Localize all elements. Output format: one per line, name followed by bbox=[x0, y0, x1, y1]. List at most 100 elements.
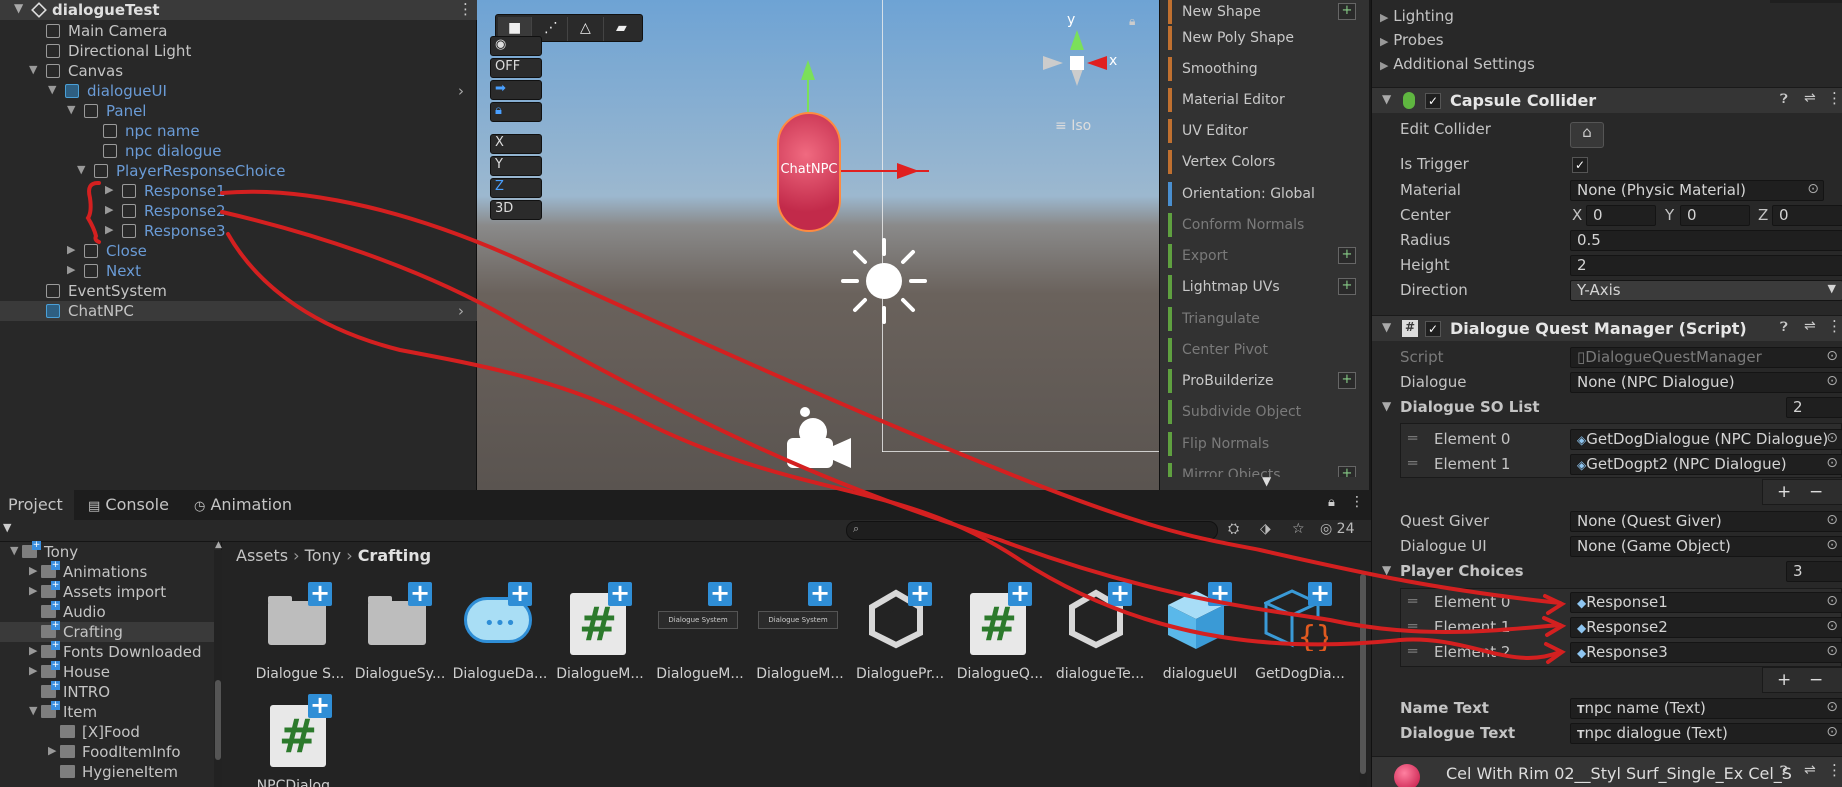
asset-tile[interactable]: {} + GetDogDia... bbox=[1252, 581, 1348, 702]
project-folder-item[interactable]: ▶ Assets import bbox=[0, 581, 222, 602]
dialogue-so-list-size[interactable]: 2 bbox=[1786, 397, 1842, 418]
quest-giver-field[interactable]: None (Quest Giver) bbox=[1570, 511, 1842, 532]
hierarchy-item[interactable]: Directional Light bbox=[0, 41, 477, 61]
foldout-additional-settings[interactable]: ▶ Additional Settings bbox=[1380, 55, 1535, 73]
move-arrow-x[interactable] bbox=[897, 163, 919, 179]
center-y-field[interactable]: 0 bbox=[1680, 205, 1750, 226]
hierarchy-item[interactable]: EventSystem bbox=[0, 281, 477, 301]
collapse-triangle-icon[interactable]: ▼ bbox=[29, 704, 37, 717]
foldout-probes[interactable]: ▶ Probes bbox=[1380, 31, 1444, 49]
expand-triangle-icon[interactable]: ▶ bbox=[29, 564, 37, 577]
probuilder-action[interactable]: Subdivide Object bbox=[1168, 400, 1358, 424]
element-object-field[interactable]: ◈GetDogDialogue (NPC Dialogue) bbox=[1570, 429, 1842, 450]
expand-triangle-icon[interactable]: ▶ bbox=[29, 644, 37, 657]
project-folder-item[interactable]: ▶ House bbox=[0, 661, 222, 682]
move-arrow-y[interactable] bbox=[801, 60, 815, 80]
material-field[interactable]: None (Physic Material) bbox=[1570, 180, 1824, 201]
drag-handle-icon[interactable]: ═ bbox=[1408, 592, 1417, 610]
element-object-field[interactable]: ◆Response3 bbox=[1570, 642, 1842, 663]
tab-project[interactable]: Project bbox=[0, 490, 74, 520]
asset-tile[interactable]: + Dialogue S... bbox=[252, 581, 348, 702]
kebab-menu-icon[interactable]: ⋮ bbox=[1827, 89, 1842, 107]
select-direction-toggle[interactable]: ➡ bbox=[490, 80, 542, 100]
lock-toggle[interactable]: 🔒︎ bbox=[490, 102, 542, 122]
material-header[interactable]: Cel With Rim 02__Styl Surf_Single_Ex Cel… bbox=[1372, 756, 1842, 787]
hierarchy-item[interactable]: ▼ PlayerResponseChoice bbox=[0, 161, 477, 181]
collapse-triangle-icon[interactable]: ▼ bbox=[10, 544, 18, 557]
probuilder-action[interactable]: New Shape + bbox=[1168, 0, 1358, 24]
is-trigger-checkbox[interactable]: ✓ bbox=[1572, 157, 1588, 173]
drag-handle-icon[interactable]: ═ bbox=[1408, 454, 1417, 472]
hierarchy-item[interactable]: ▶ Response3 bbox=[0, 221, 477, 241]
lock-icon[interactable]: 🔒︎ bbox=[1129, 14, 1135, 29]
asset-tile[interactable]: # + DialogueM... bbox=[552, 581, 648, 702]
hierarchy-item[interactable]: ▶ Next bbox=[0, 261, 477, 281]
collapse-triangle-icon[interactable]: ▼ bbox=[1382, 399, 1391, 413]
asset-tile[interactable]: + DialoguePr... bbox=[852, 581, 948, 702]
gizmo-x-cone[interactable] bbox=[1087, 56, 1107, 70]
edge-mode-button[interactable]: △ bbox=[570, 17, 604, 41]
project-folder-item[interactable]: INTRO bbox=[0, 681, 222, 702]
edit-collider-button[interactable]: ⌂ bbox=[1570, 122, 1604, 148]
breadcrumb-assets[interactable]: Assets bbox=[236, 546, 288, 565]
asset-tile[interactable]: Dialogue System + DialogueM... bbox=[652, 581, 748, 702]
add-element-button[interactable]: + bbox=[1777, 482, 1791, 502]
element-object-field[interactable]: ◆Response1 bbox=[1570, 592, 1842, 613]
element-object-field[interactable]: ◆Response2 bbox=[1570, 617, 1842, 638]
probuilder-action[interactable]: Vertex Colors bbox=[1168, 150, 1358, 174]
asset-tile[interactable]: + DialogueSy... bbox=[352, 581, 448, 702]
collapse-triangle-icon[interactable]: ▼ bbox=[77, 163, 85, 176]
hierarchy-item[interactable]: npc name bbox=[0, 121, 477, 141]
collapse-triangle-icon[interactable]: ▼ bbox=[29, 63, 37, 76]
help-icon[interactable]: ❓︎ bbox=[1780, 92, 1788, 107]
probuilder-action[interactable]: Conform Normals bbox=[1168, 213, 1358, 237]
kebab-menu-icon[interactable]: ⋮ bbox=[1827, 761, 1842, 779]
favorite-star-icon[interactable]: ☆ bbox=[1292, 521, 1305, 537]
tab-console[interactable]: ▤ Console bbox=[80, 490, 176, 520]
dialogue-ui-field[interactable]: None (Game Object) bbox=[1570, 536, 1842, 557]
breadcrumb-tony[interactable]: Tony bbox=[305, 546, 341, 565]
3d-toggle[interactable]: 3D bbox=[490, 200, 542, 220]
create-dropdown-icon[interactable]: ▼ bbox=[3, 521, 11, 534]
asset-tile[interactable]: + dialogueUI bbox=[1152, 581, 1248, 702]
directional-light-sun-icon[interactable] bbox=[839, 236, 929, 326]
probuilder-action[interactable]: Lightmap UVs + bbox=[1168, 275, 1358, 299]
dialogue-quest-manager-header[interactable]: ▼ # ✓ Dialogue Quest Manager (Script) ❓︎… bbox=[1372, 315, 1842, 341]
hierarchy-item[interactable]: ▼ Panel bbox=[0, 101, 477, 121]
project-folder-item[interactable]: ▼ Tony bbox=[0, 541, 222, 562]
scrollbar-thumb[interactable] bbox=[1360, 574, 1366, 774]
center-z-field[interactable]: 0 bbox=[1772, 205, 1842, 226]
drag-handle-icon[interactable]: ═ bbox=[1408, 617, 1417, 635]
asset-tile[interactable]: Dialogue System + DialogueM... bbox=[752, 581, 848, 702]
open-prefab-chevron-icon[interactable]: › bbox=[458, 302, 464, 320]
remove-element-button[interactable]: − bbox=[1809, 670, 1823, 690]
camera-gizmo-icon[interactable] bbox=[775, 402, 855, 476]
project-folder-item[interactable]: ▶ Animations bbox=[0, 561, 222, 582]
orientation-gizmo[interactable]: y x ≡ Iso 🔒︎ bbox=[1037, 12, 1147, 134]
options-plus-button[interactable]: + bbox=[1338, 466, 1356, 477]
project-folder-item[interactable]: Crafting bbox=[0, 621, 222, 642]
expand-triangle-icon[interactable]: ▶ bbox=[105, 183, 113, 196]
project-folder-item[interactable]: [X]Food bbox=[0, 722, 222, 742]
probuilder-action[interactable]: Smoothing bbox=[1168, 57, 1358, 81]
scroll-down-icon[interactable]: ▼ bbox=[1262, 474, 1271, 488]
player-choices-row[interactable]: ▼ Player Choices 3 bbox=[1372, 560, 1842, 584]
dialogue-so-list-row[interactable]: ▼ Dialogue SO List 2 bbox=[1372, 396, 1842, 420]
center-x-field[interactable]: 0 bbox=[1586, 205, 1656, 226]
hierarchy-item[interactable]: ▶ Close bbox=[0, 241, 477, 261]
capsule-collider-header[interactable]: ▼ ✓ Capsule Collider ❓︎ ⇌ ⋮ bbox=[1372, 87, 1842, 113]
axis-y-toggle[interactable]: Y bbox=[490, 156, 542, 176]
asset-tile[interactable]: + dialogueTe... bbox=[1052, 581, 1148, 702]
add-element-button[interactable]: + bbox=[1777, 670, 1791, 690]
probuilder-action[interactable]: Triangulate bbox=[1168, 307, 1358, 331]
collapse-triangle-icon[interactable]: ▼ bbox=[48, 83, 56, 96]
axis-x-toggle[interactable]: X bbox=[490, 134, 542, 154]
kebab-menu-icon[interactable]: ⋮ bbox=[1827, 317, 1842, 335]
presets-icon[interactable]: ⇌ bbox=[1804, 90, 1816, 106]
probuilder-action[interactable]: New Poly Shape bbox=[1168, 26, 1358, 50]
gizmo-neg-x-cone[interactable] bbox=[1043, 56, 1063, 70]
hierarchy-scene-header[interactable]: ▼ dialogueTest ⋮ bbox=[0, 0, 477, 20]
expand-triangle-icon[interactable]: ▶ bbox=[29, 584, 37, 597]
collapse-triangle-icon[interactable]: ▼ bbox=[14, 1, 23, 15]
help-icon[interactable]: ❓︎ bbox=[1780, 320, 1788, 335]
